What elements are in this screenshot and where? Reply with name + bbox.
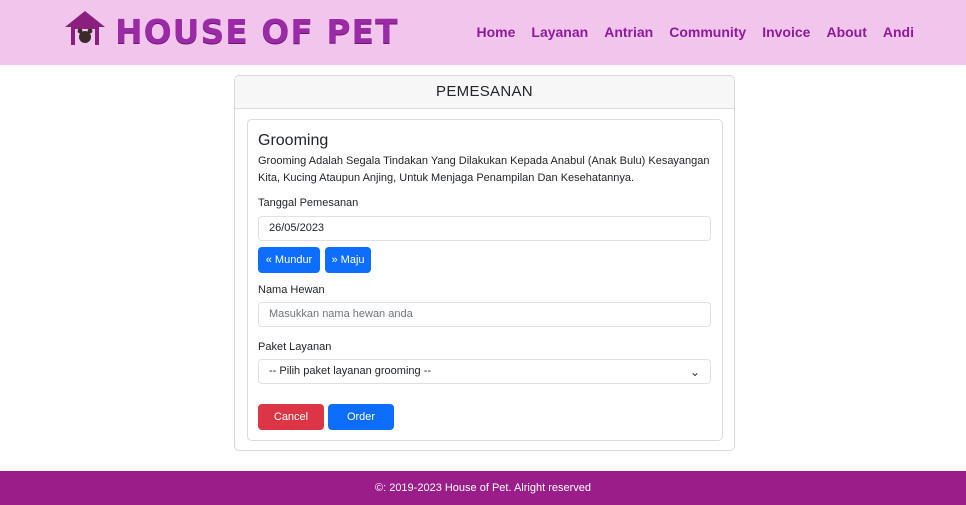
package-selected-value: -- Pilih paket layanan grooming -- bbox=[269, 365, 432, 377]
card-header: PEMESANAN bbox=[235, 76, 734, 109]
back-button[interactable]: « Mundur bbox=[258, 247, 320, 273]
package-label: Paket Layanan bbox=[258, 341, 332, 353]
service-description: Grooming Adalah Segala Tindakan Yang Dil… bbox=[258, 155, 710, 184]
footer: ©: 2019-2023 House of Pet. Alright reser… bbox=[0, 471, 966, 505]
chevron-down-icon: ⌄ bbox=[689, 365, 700, 379]
house-paw-icon bbox=[63, 9, 107, 54]
cancel-button[interactable]: Cancel bbox=[258, 404, 324, 430]
nav-antrian[interactable]: Antrian bbox=[604, 24, 653, 40]
navbar: HOUSE OF PET Home Layanan Antrian Commun… bbox=[0, 0, 966, 65]
main-nav: Home Layanan Antrian Community Invoice A… bbox=[476, 24, 914, 40]
nav-user-andi[interactable]: Andi bbox=[883, 24, 914, 40]
order-button[interactable]: Order bbox=[328, 404, 394, 430]
booking-card: PEMESANAN Grooming Grooming Adalah Segal… bbox=[234, 75, 735, 451]
date-label: Tanggal Pemesanan bbox=[258, 197, 359, 209]
nav-layanan[interactable]: Layanan bbox=[531, 24, 588, 40]
booking-form: Grooming Grooming Adalah Segala Tindakan… bbox=[247, 119, 723, 441]
pet-name-label: Nama Hewan bbox=[258, 284, 325, 296]
nav-about[interactable]: About bbox=[826, 24, 866, 40]
pet-name-input[interactable]: Masukkan nama hewan anda bbox=[258, 302, 711, 327]
nav-invoice[interactable]: Invoice bbox=[762, 24, 810, 40]
brand[interactable]: HOUSE OF PET bbox=[63, 9, 399, 54]
date-input[interactable]: 26/05/2023 bbox=[258, 216, 711, 241]
nav-community[interactable]: Community bbox=[669, 24, 746, 40]
forward-button[interactable]: » Maju bbox=[325, 247, 371, 273]
brand-name: HOUSE OF PET bbox=[115, 12, 399, 51]
service-title: Grooming bbox=[258, 132, 329, 149]
nav-home[interactable]: Home bbox=[476, 24, 515, 40]
package-select[interactable]: -- Pilih paket layanan grooming -- ⌄ bbox=[258, 359, 711, 384]
